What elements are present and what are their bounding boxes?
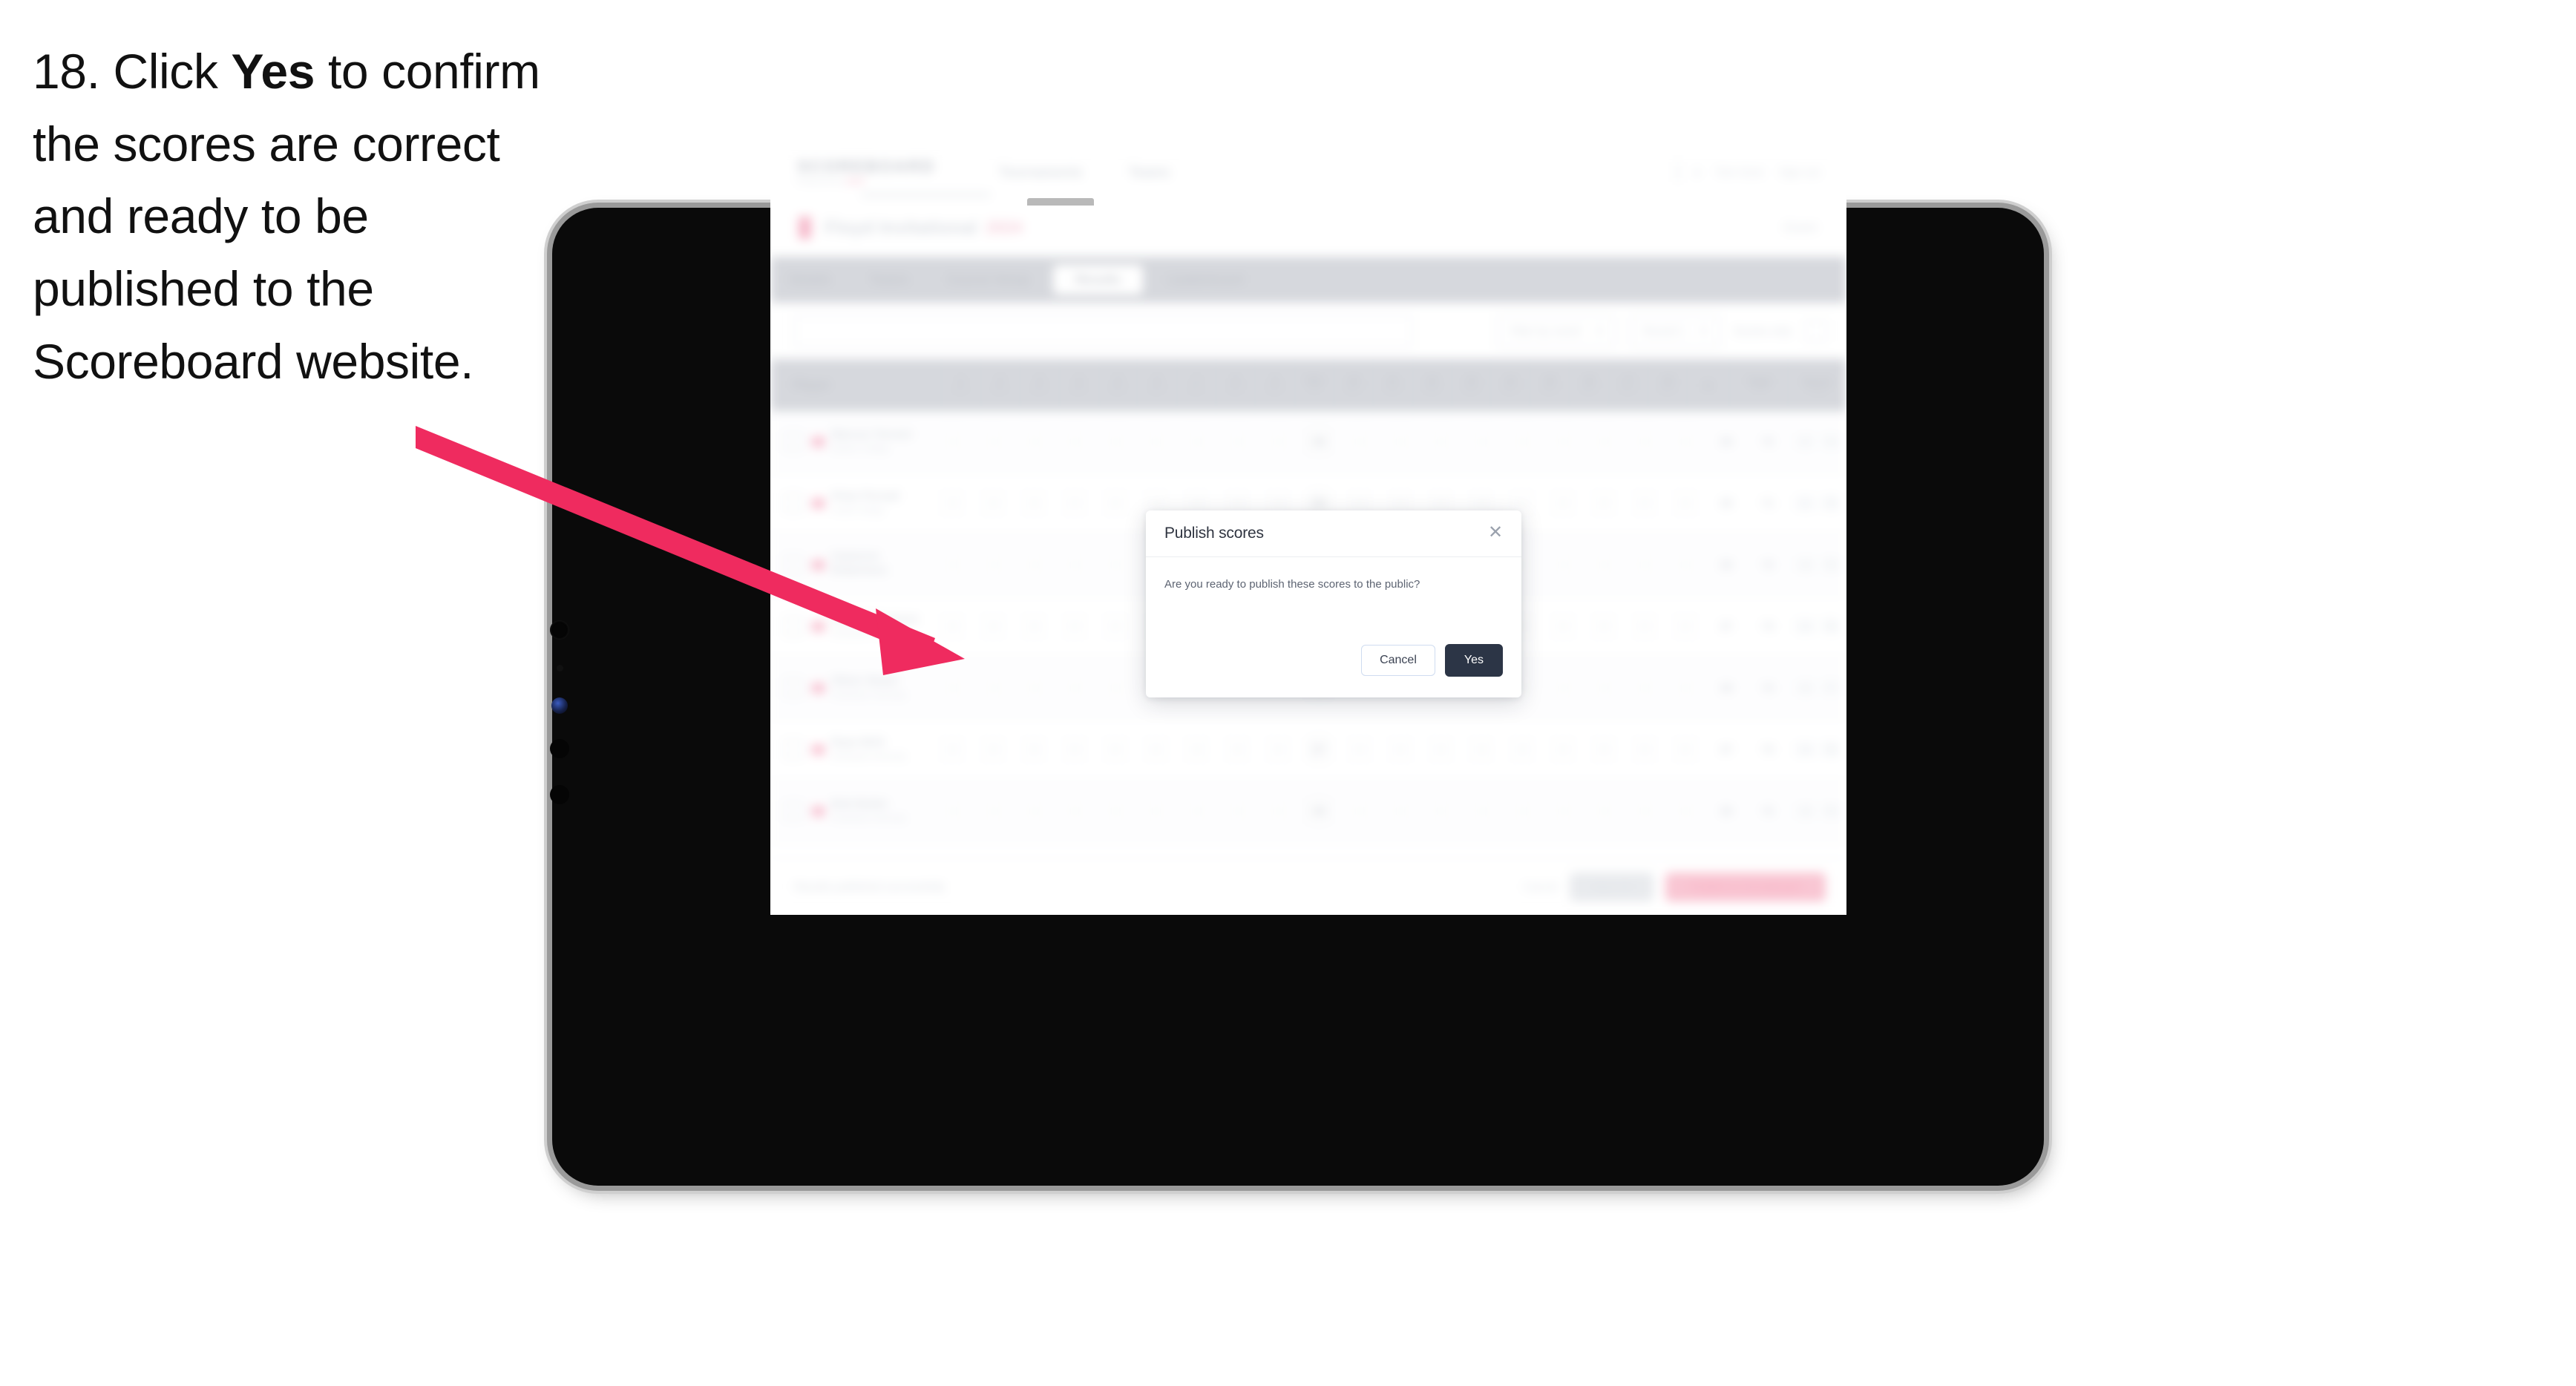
instruction-number: 18. [33, 44, 100, 99]
camera-lens-icon [550, 785, 569, 804]
close-icon[interactable]: ✕ [1486, 523, 1505, 542]
instruction-text: 18. Click Yes to confirm the scores are … [33, 36, 552, 398]
instruction-before: Click [113, 44, 218, 99]
sensor-dot-icon [557, 665, 563, 671]
camera-lens-icon [551, 697, 568, 714]
publish-scores-dialog: Publish scores ✕ Are you ready to publis… [1146, 510, 1521, 697]
dialog-message: Are you ready to publish these scores to… [1164, 578, 1420, 591]
yes-button[interactable]: Yes [1444, 644, 1503, 677]
dialog-title: Publish scores [1164, 525, 1264, 542]
dialog-actions: Cancel Yes [1361, 644, 1503, 677]
dialog-body: Are you ready to publish these scores to… [1146, 557, 1521, 593]
dialog-header: Publish scores ✕ [1146, 510, 1521, 557]
camera-lens-icon [550, 620, 569, 640]
tablet-screen: SCOREBOARD Powered by Golf Tournaments T… [770, 147, 1846, 915]
camera-lens-icon [550, 739, 569, 758]
instruction-emphasis: Yes [231, 44, 315, 99]
cancel-button[interactable]: Cancel [1361, 645, 1435, 676]
tablet-device: SCOREBOARD Powered by Golf Tournaments T… [550, 147, 2044, 1186]
